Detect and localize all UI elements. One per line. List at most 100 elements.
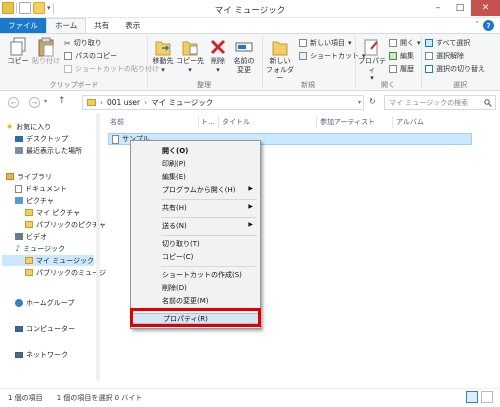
move-to-label: 移動先: [152, 57, 174, 65]
large-icons-view-button[interactable]: [481, 391, 493, 403]
copy-button[interactable]: コピー: [6, 37, 30, 66]
desktop-icon: [15, 135, 23, 142]
help-icon[interactable]: ?: [483, 20, 494, 31]
copy-path-label: パスのコピー: [75, 52, 117, 60]
tab-file[interactable]: ファイル: [0, 18, 46, 33]
rename-label-1: 名前の: [233, 57, 255, 65]
submenu-arrow-icon: ▶: [248, 221, 253, 228]
menu-item-copy-label: コピー(C): [162, 252, 194, 261]
column-album[interactable]: アルバム: [396, 116, 424, 128]
select-all-label: すべて選択: [436, 39, 471, 47]
nav-computer[interactable]: コンピューター: [15, 323, 75, 334]
column-track[interactable]: ト...: [201, 116, 215, 128]
nav-documents[interactable]: ドキュメント: [15, 183, 67, 194]
back-icon[interactable]: ←: [8, 97, 19, 108]
nav-desktop[interactable]: デスクトップ: [15, 133, 68, 144]
edit-button[interactable]: 編集: [389, 51, 414, 61]
navpane-scrollbar[interactable]: [96, 113, 100, 381]
select-all-button[interactable]: すべて選択: [425, 38, 470, 48]
status-bar: 1 個の項目 1 個の項目を選択 0 バイト: [0, 388, 500, 407]
open-label: 開く: [400, 39, 414, 47]
clipboard-icon: [38, 37, 54, 57]
move-to-button[interactable]: 移動先 ▾: [151, 37, 175, 74]
submenu-arrow-icon: ▶: [248, 185, 253, 192]
context-menu: 開く(O) 印刷(P) 編集(E) プログラムから開く(H) ▶ 共有(H) ▶ 送…: [130, 140, 261, 329]
nav-videos[interactable]: ビデオ: [15, 231, 47, 242]
refresh-icon[interactable]: ↻: [369, 97, 376, 106]
details-view-button[interactable]: [466, 391, 478, 403]
menu-item-send-to-label: 送る(N): [162, 221, 187, 230]
shortcut-label: ショートカット: [310, 52, 359, 60]
menu-item-open-with[interactable]: プログラムから開く(H) ▶: [132, 184, 259, 195]
nav-homegroup[interactable]: ホームグループ: [15, 297, 74, 308]
column-artist[interactable]: 参加アーティスト: [320, 116, 375, 128]
forward-icon[interactable]: →: [29, 97, 40, 108]
column-name[interactable]: 名前: [110, 116, 124, 128]
menu-item-print[interactable]: 印刷(P): [132, 158, 259, 169]
nav-network[interactable]: ネットワーク: [15, 349, 68, 360]
recent-locations-icon[interactable]: ▾: [44, 98, 47, 105]
nav-computer-label: コンピューター: [26, 324, 75, 333]
history-icon: [389, 65, 397, 73]
open-button[interactable]: 開く ▾: [389, 38, 421, 48]
new-folder-icon: [272, 41, 288, 56]
history-button[interactable]: 履歴: [389, 64, 414, 74]
up-icon[interactable]: ↑: [58, 96, 66, 106]
address-dropdown-icon[interactable]: ▾: [358, 99, 361, 106]
menu-item-share[interactable]: 共有(H) ▶: [132, 202, 259, 213]
menu-item-rename[interactable]: 名前の変更(M): [132, 295, 259, 306]
tab-share[interactable]: 共有: [86, 18, 117, 33]
menu-item-copy[interactable]: コピー(C): [132, 251, 259, 262]
copy-to-button[interactable]: コピー先 ▾: [176, 37, 204, 74]
close-button[interactable]: ✕: [471, 0, 500, 16]
delete-button[interactable]: 削除 ▾: [207, 37, 229, 74]
rename-button[interactable]: 名前の 変更: [231, 37, 257, 74]
chevron-down-icon: ▾: [161, 65, 165, 74]
nav-libraries[interactable]: ライブラリ: [6, 171, 52, 182]
cut-button[interactable]: ✂ 切り取り: [64, 38, 102, 48]
menu-item-create-shortcut[interactable]: ショートカットの作成(S): [132, 269, 259, 280]
nav-public-music[interactable]: パブリックのミュージ: [25, 267, 106, 278]
paste-shortcut-button[interactable]: ショートカットの貼り付け: [64, 64, 159, 74]
tab-home[interactable]: ホーム: [46, 18, 87, 33]
address-bar[interactable]: › 001 user › マイ ミュージック: [82, 95, 364, 110]
breadcrumb-user[interactable]: 001 user: [107, 98, 140, 107]
column-title[interactable]: タイトル: [222, 116, 250, 128]
nav-recent-label: 最近表示した場所: [26, 146, 82, 155]
nav-favorites[interactable]: ★ お気に入り: [6, 121, 51, 132]
select-none-button[interactable]: 選択解除: [425, 51, 464, 61]
menu-item-open[interactable]: 開く(O): [132, 145, 259, 156]
paste-button[interactable]: 貼り付け: [31, 37, 61, 66]
nav-public-pictures[interactable]: パブリックのピクチャ: [25, 219, 106, 230]
edit-label: 編集: [400, 52, 414, 60]
nav-recent[interactable]: 最近表示した場所: [15, 145, 82, 156]
invert-selection-label: 選択の切り替え: [436, 65, 485, 73]
breadcrumb-my-music[interactable]: マイ ミュージック: [151, 97, 213, 108]
nav-music[interactable]: ♪ ミュージック: [15, 243, 65, 254]
search-input[interactable]: マイ ミュージックの検索: [384, 95, 496, 110]
maximize-button[interactable]: □: [449, 0, 471, 16]
nav-pictures[interactable]: ピクチャ: [15, 195, 54, 206]
computer-icon: [15, 325, 23, 332]
new-folder-button[interactable]: 新しい フォルダー: [264, 37, 296, 83]
nav-favorites-label: お気に入り: [16, 122, 52, 131]
nav-my-pictures[interactable]: マイ ピクチャ: [25, 207, 80, 218]
folder-icon: [25, 221, 33, 228]
menu-item-edit[interactable]: 編集(E): [132, 171, 259, 182]
documents-icon: [15, 184, 22, 193]
copy-path-button[interactable]: パスのコピー: [64, 51, 117, 61]
minimize-button[interactable]: –: [427, 0, 449, 16]
organize-group-label: 整理: [197, 81, 211, 89]
properties-button[interactable]: プロパティ ▾: [357, 37, 387, 83]
menu-item-delete[interactable]: 削除(D): [132, 282, 259, 293]
ribbon-collapse-icon[interactable]: ˅: [476, 21, 480, 29]
invert-selection-button[interactable]: 選択の切り替え: [425, 64, 485, 74]
menu-item-cut[interactable]: 切り取り(T): [132, 238, 259, 249]
nav-my-music[interactable]: マイ ミュージック: [2, 255, 94, 266]
menu-item-send-to[interactable]: 送る(N) ▶: [132, 220, 259, 231]
new-item-button[interactable]: 新しい項目 ▾: [299, 38, 352, 48]
tab-view[interactable]: 表示: [117, 18, 148, 33]
status-item-count: 1 個の項目: [8, 394, 43, 402]
column-separator: [218, 116, 219, 128]
select-group-label: 選択: [453, 81, 467, 89]
